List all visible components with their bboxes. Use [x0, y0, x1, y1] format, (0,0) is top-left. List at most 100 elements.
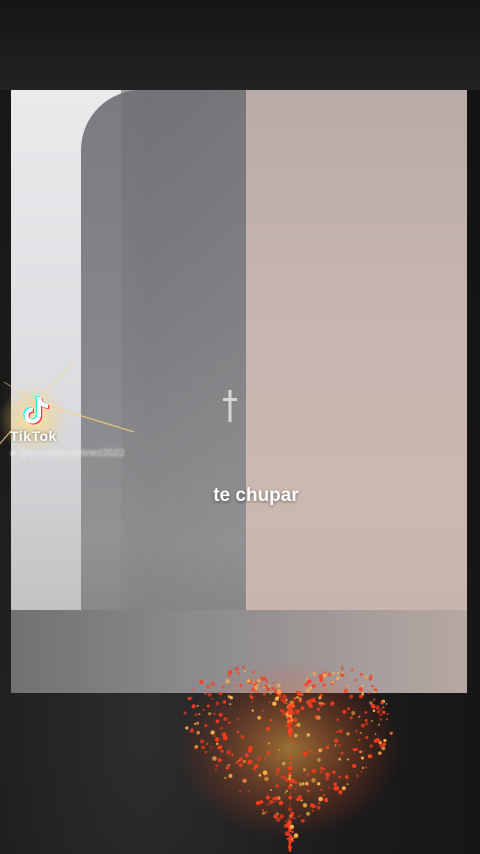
heart-sparkle	[289, 780, 293, 784]
heart-sparkle	[240, 735, 245, 740]
heart-sparkle	[239, 790, 242, 793]
heart-sparkle	[272, 701, 277, 706]
heart-sparkle	[292, 717, 298, 723]
heart-sparkle	[290, 762, 292, 765]
heart-sparkle	[227, 695, 231, 699]
heart-sparkle	[312, 684, 316, 688]
heart-sparkle	[319, 770, 323, 773]
heart-sparkle	[370, 704, 376, 709]
heart-sparkle	[294, 733, 298, 738]
heart-sparkle	[334, 786, 340, 791]
heart-sparkle	[311, 768, 317, 774]
heart-sparkle	[183, 711, 187, 715]
heart-sparkle	[214, 768, 217, 771]
heart-sparkle	[287, 818, 290, 821]
heart-sparkle	[288, 804, 291, 807]
heart-sparkle	[278, 800, 284, 806]
heart-sparkle	[264, 776, 269, 782]
heart-sparkle	[364, 711, 368, 714]
heart-sparkle	[203, 692, 207, 696]
heart-sparkle	[382, 742, 386, 747]
heart-sparkle	[372, 698, 376, 701]
heart-sparkle	[257, 679, 261, 683]
heart-sparkle	[338, 744, 341, 747]
heart-sparkle	[288, 795, 293, 800]
heart-sparkle	[341, 667, 344, 670]
heart-sparkle	[325, 745, 330, 750]
heart-sparkle	[248, 745, 253, 751]
heart-sparkle	[283, 824, 288, 828]
heart-sparkle	[336, 731, 338, 733]
heart-sparkle	[358, 738, 361, 741]
heart-sparkle	[215, 764, 219, 767]
heart-sparkle	[220, 749, 224, 753]
top-dark-band	[0, 0, 480, 90]
heart-sparkle	[355, 730, 358, 733]
heart-sparkle	[373, 690, 376, 694]
heart-sparkle	[289, 720, 293, 725]
heart-sparkle	[258, 773, 262, 777]
heart-sparkle	[343, 688, 348, 694]
heart-sparkle	[196, 704, 199, 708]
heart-sparkle	[274, 796, 279, 801]
heart-sparkle	[316, 805, 321, 810]
heart-sparkle	[196, 721, 200, 725]
heart-sparkle	[250, 692, 253, 695]
heart-sparkle	[196, 730, 200, 735]
heart-sparkle	[338, 790, 343, 795]
heart-sparkle	[322, 767, 326, 771]
heart-sparkle	[333, 738, 339, 744]
heart-sparkle	[299, 784, 302, 787]
heart-sparkle	[287, 716, 292, 721]
heart-sparkle	[308, 698, 314, 704]
heart-sparkle	[270, 789, 272, 791]
heart-sparkle	[239, 763, 243, 767]
heart-sparkle	[300, 799, 303, 802]
heart-sparkle	[304, 682, 309, 687]
heart-sparkle	[338, 775, 342, 779]
heart-sparkle	[318, 748, 323, 753]
heart-sparkle	[383, 738, 387, 743]
heart-sparkle	[293, 709, 297, 712]
heart-sparkle	[265, 810, 268, 814]
heart-sparkle	[243, 759, 247, 763]
heart-sparkle	[346, 732, 350, 736]
heart-sparkle	[210, 746, 213, 749]
heart-sparkle	[323, 797, 329, 803]
heart-sparkle	[236, 718, 240, 721]
heart-sparkle	[266, 751, 271, 756]
heart-sparkle	[276, 683, 281, 688]
heart-sparkle	[288, 771, 292, 776]
heart-sparkle	[320, 788, 323, 792]
heart-sparkle	[205, 689, 208, 692]
person-icon: ●	[10, 448, 17, 459]
heart-sparkle	[300, 706, 305, 711]
heart-sparkle	[235, 760, 240, 765]
heart-sparkle	[276, 689, 282, 695]
heart-sparkle	[257, 715, 262, 720]
heart-sparkle	[325, 776, 329, 781]
heart-sparkle	[325, 689, 328, 692]
heart-sparkle	[376, 710, 381, 714]
heart-sparkle	[276, 767, 281, 772]
heart-sparkle	[360, 673, 363, 676]
heart-sparkle	[222, 735, 228, 741]
heart-sparkle	[262, 770, 268, 776]
heart-sparkle	[200, 739, 205, 744]
heart-sparkle	[337, 671, 340, 675]
heart-sparkle	[306, 678, 309, 681]
heart-sparkle	[364, 719, 368, 722]
heart-sparkle	[218, 712, 223, 717]
heart-sparkle	[262, 811, 266, 815]
heart-sparkle	[358, 694, 364, 699]
heart-sparkle	[206, 704, 210, 708]
heart-sparkle	[293, 833, 299, 838]
heart-sparkle	[295, 710, 300, 715]
heart-sparkle	[190, 697, 193, 700]
heart-sparkle	[185, 726, 189, 730]
heart-sparkle	[324, 703, 327, 706]
heart-sparkle	[244, 753, 249, 758]
heart-sparkle	[391, 731, 394, 734]
heart-sparkle	[236, 671, 241, 675]
heart-sparkle	[336, 718, 339, 721]
